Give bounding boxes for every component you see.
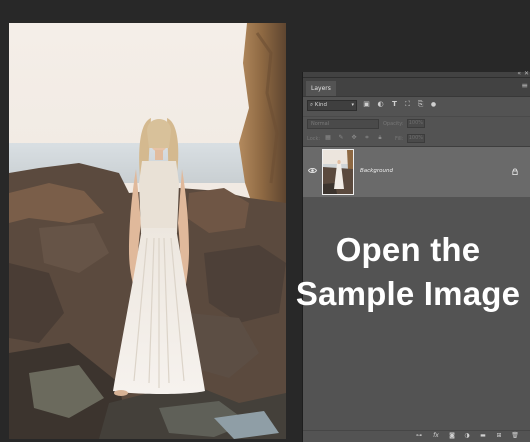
collapse-icon[interactable]: « [517, 70, 521, 78]
hamburger-menu-icon[interactable]: ≡ [521, 80, 528, 92]
blend-mode-select[interactable]: Normal [307, 119, 379, 129]
fill-field[interactable]: 100% [407, 134, 425, 143]
new-layer-icon[interactable]: ⊞ [495, 432, 503, 440]
overlay-caption: Open the Sample Image [286, 228, 530, 316]
adjustment-filter-icon[interactable]: ◐ [376, 100, 385, 109]
close-icon[interactable]: ✕ [524, 70, 529, 78]
lock-position-icon[interactable]: ✥ [350, 134, 358, 142]
layer-thumbnail [322, 149, 354, 195]
lock-row: Lock: ▦ ✎ ✥ ⌗ 🔒︎ Fill: 100% [303, 132, 530, 147]
panel-tab-row: Layers ≡ [303, 78, 530, 97]
type-filter-icon[interactable]: T [390, 100, 399, 109]
blend-row: Normal Opacity: 100% [303, 116, 530, 131]
tab-layers[interactable]: Layers [306, 81, 336, 96]
fill-label: Fill: [395, 136, 404, 142]
layer-name[interactable]: Background [360, 168, 393, 174]
chevron-down-icon: ▾ [351, 102, 354, 108]
lock-image-icon[interactable]: ✎ [337, 134, 345, 142]
adjustment-icon[interactable]: ◑ [463, 432, 471, 440]
lock-transparent-icon[interactable]: ▦ [324, 134, 332, 142]
eye-icon[interactable] [308, 167, 317, 174]
smart-object-filter-icon[interactable]: ⎘ [416, 100, 425, 109]
lock-artboard-icon[interactable]: ⌗ [363, 134, 371, 142]
mask-icon[interactable]: ◙ [448, 432, 456, 440]
group-icon[interactable]: ▬ [479, 432, 487, 440]
opacity-label: Opacity: [383, 121, 404, 127]
fx-icon[interactable]: fx [432, 432, 440, 440]
layer-row-background[interactable]: Background [303, 147, 530, 197]
lock-label: Lock: [307, 136, 321, 142]
overlay-caption-line-2: Sample Image [295, 275, 521, 312]
canvas-photo[interactable] [9, 23, 286, 439]
lock-icon[interactable] [512, 168, 518, 175]
kind-label: Kind [314, 102, 327, 108]
lock-all-icon[interactable]: 🔒︎ [376, 134, 384, 142]
delete-icon[interactable]: 🗑︎ [511, 432, 519, 440]
filter-toggle-icon[interactable]: ● [429, 100, 438, 109]
link-layers-icon[interactable]: ⊶ [415, 432, 423, 440]
layer-filter-row: ⌕ Kind ▾ ▣ ◐ T ⛶ ⎘ ● [303, 99, 530, 113]
layers-bottom-bar: ⊶ fx ◙ ◑ ▬ ⊞ 🗑︎ [303, 430, 530, 442]
overlay-caption-line-1: Open the [335, 231, 481, 268]
opacity-field[interactable]: 100% [407, 119, 425, 128]
image-filter-icon[interactable]: ▣ [362, 100, 371, 109]
kind-filter-select[interactable]: ⌕ Kind ▾ [307, 100, 357, 111]
shape-filter-icon[interactable]: ⛶ [403, 100, 412, 109]
